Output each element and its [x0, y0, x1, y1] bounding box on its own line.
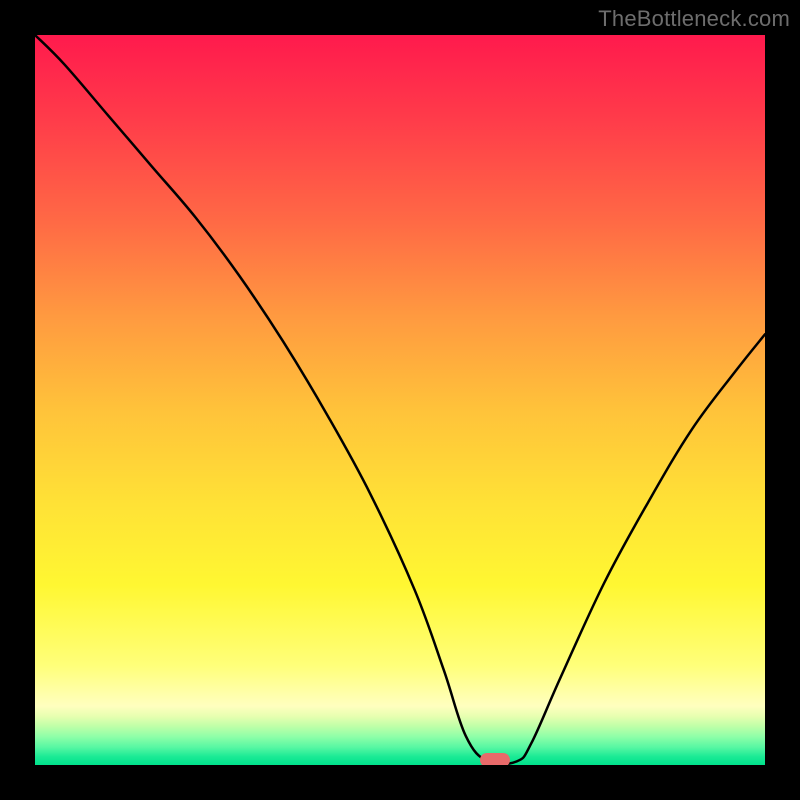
optimal-marker [480, 753, 510, 765]
chart-frame: TheBottleneck.com [0, 0, 800, 800]
watermark-text: TheBottleneck.com [598, 6, 790, 32]
bottleneck-curve [35, 35, 765, 765]
plot-area [35, 35, 765, 765]
